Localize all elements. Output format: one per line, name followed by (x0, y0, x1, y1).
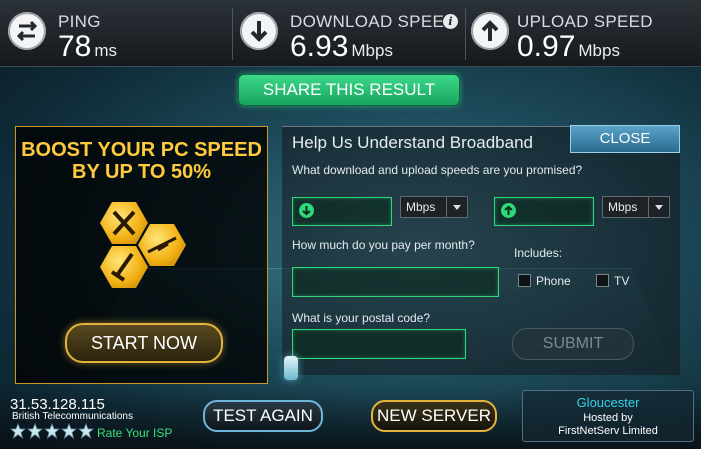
server-city: Gloucester (576, 395, 640, 410)
rating-stars[interactable] (10, 423, 95, 439)
tv-label: TV (614, 274, 630, 288)
monthly-cost-input[interactable] (292, 267, 499, 297)
chevron-down-icon (446, 197, 467, 217)
upload-arrow-icon (501, 203, 516, 218)
hosted-by-label: Hosted by (583, 412, 633, 424)
upload-value: 0.97 Mbps (517, 30, 620, 63)
postal-question: What is your postal code? (292, 311, 431, 325)
tools-icon (100, 202, 148, 244)
download-unit-select[interactable]: Mbps (400, 196, 468, 218)
honeycomb-logo (86, 192, 226, 312)
swap-arrows-icon (8, 12, 46, 50)
download-arrow-icon (240, 12, 278, 50)
star-icon (10, 423, 27, 439)
speeds-question: What download and upload speeds are you … (292, 163, 583, 177)
ping-value: 78 ms (58, 30, 118, 63)
jet-icon (138, 224, 186, 266)
upload-label: UPLOAD SPEED (517, 12, 653, 31)
tv-checkbox[interactable] (596, 274, 609, 287)
new-server-button[interactable]: NEW SERVER (371, 400, 497, 432)
star-icon (77, 423, 95, 439)
survey-title: Help Us Understand Broadband (292, 133, 533, 152)
download-value: 6.93 Mbps (290, 30, 393, 63)
phone-label: Phone (536, 274, 571, 288)
download-speed-input[interactable] (292, 197, 392, 226)
ping-label: PING (58, 12, 101, 31)
download-label: DOWNLOAD SPEED (290, 12, 457, 31)
start-now-button[interactable]: START NOW (65, 323, 223, 363)
includes-label: Includes: (514, 246, 563, 260)
download-metric: DOWNLOAD SPEED 6.93 Mbps (233, 0, 465, 66)
upload-unit-select[interactable]: Mbps (602, 196, 670, 218)
star-icon (43, 423, 61, 439)
pay-question: How much do you pay per month? (292, 238, 475, 252)
chevron-down-icon (648, 197, 669, 217)
rate-isp-link[interactable]: Rate Your ISP (97, 426, 172, 440)
promo-ad[interactable]: BOOST YOUR PC SPEED BY UP TO 50% START N… (15, 126, 268, 384)
phone-checkbox[interactable] (518, 274, 531, 287)
host-name: FirstNetServ Limited (558, 425, 658, 437)
test-again-button[interactable]: TEST AGAIN (203, 400, 323, 432)
promo-title: BOOST YOUR PC SPEED BY UP TO 50% (21, 139, 262, 183)
upload-arrow-icon (471, 12, 509, 50)
close-button[interactable]: CLOSE (570, 125, 680, 153)
broom-icon (100, 246, 148, 288)
server-location-marker (284, 356, 298, 380)
download-arrow-icon (299, 203, 314, 218)
isp-name: British Telecommunications (12, 411, 133, 422)
upload-metric: UPLOAD SPEED 0.97 Mbps (466, 0, 701, 66)
server-info-box: Gloucester Hosted by FirstNetServ Limite… (522, 390, 694, 442)
ping-metric: PING 78 ms (0, 0, 232, 66)
share-result-button[interactable]: SHARE THIS RESULT (238, 74, 460, 106)
info-icon[interactable]: i (443, 14, 458, 29)
postal-code-input[interactable] (292, 329, 466, 359)
broadband-survey: Help Us Understand Broadband CLOSE What … (282, 125, 680, 375)
star-icon (60, 423, 78, 439)
star-icon (26, 423, 44, 439)
upload-speed-input[interactable] (494, 197, 594, 226)
results-bar: PING 78 ms DOWNLOAD SPEED 6.93 Mbps i UPLO… (0, 0, 701, 67)
speedtest-app: PING 78 ms DOWNLOAD SPEED 6.93 Mbps i UPLO… (0, 0, 701, 449)
submit-button[interactable]: SUBMIT (512, 328, 634, 360)
